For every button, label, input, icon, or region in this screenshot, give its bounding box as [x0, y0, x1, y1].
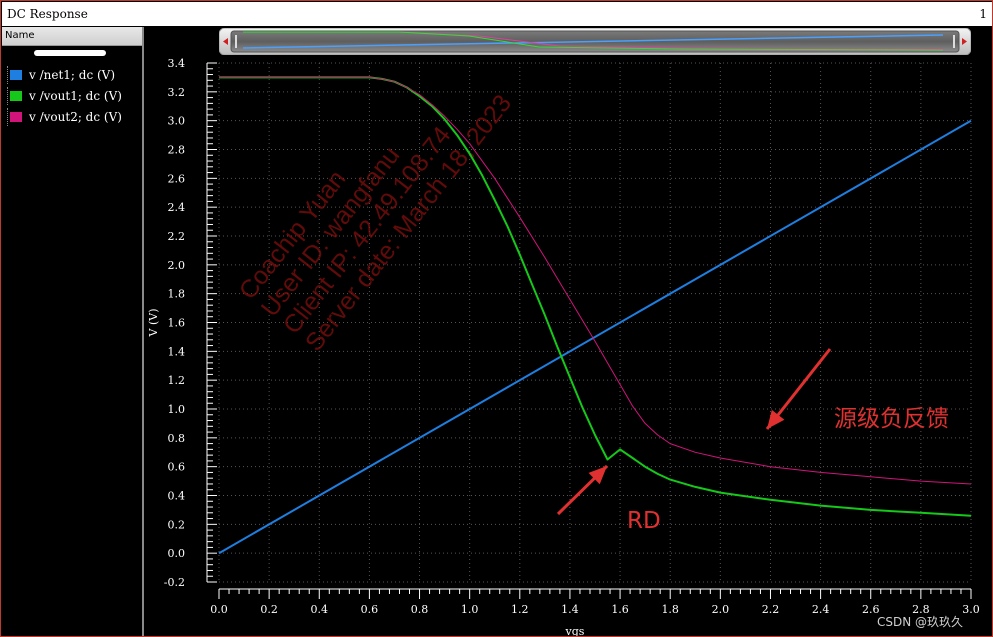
y-tick-label: 3.0 [168, 115, 186, 128]
x-tick-label: 0.6 [361, 603, 379, 616]
y-tick-label: 1.8 [168, 288, 186, 301]
y-tick-label: 1.0 [168, 403, 186, 416]
y-tick-label: 2.0 [168, 259, 186, 272]
feedback-arrow-head [767, 409, 785, 429]
credit-text: CSDN @玖玖久 [877, 615, 963, 629]
x-tick-label: 1.4 [561, 603, 579, 616]
y-tick-label: 2.8 [168, 144, 186, 157]
y-tick-label: 1.2 [168, 374, 186, 387]
plot-annotations: 源级负反馈 RD CSDN @玖玖久 [556, 348, 963, 629]
y-tick-label: 3.4 [168, 57, 186, 70]
x-tick-label: 2.2 [762, 603, 780, 616]
y-tick-label: 0.4 [168, 490, 186, 503]
x-tick-label: 0.2 [260, 603, 278, 616]
y-tick-label: 2.2 [168, 230, 186, 243]
x-tick-label: 1.8 [661, 603, 679, 616]
y-tick-label: 3.2 [168, 86, 186, 99]
x-tick-label: 2.0 [712, 603, 730, 616]
y-tick-label: -0.2 [164, 576, 185, 589]
watermark: Coachip YuanUser ID: wangfanuClient IP: … [234, 89, 517, 356]
x-tick-label: 1.6 [611, 603, 629, 616]
x-tick-label: 2.4 [812, 603, 830, 616]
x-tick-label: 0.8 [411, 603, 429, 616]
y-tick-label: 2.4 [168, 201, 186, 214]
y-tick-label: 1.6 [168, 317, 186, 330]
dc-response-chart[interactable]: Coachip YuanUser ID: wangfanuClient IP: … [1, 1, 993, 637]
y-axis-label: V (V) [147, 309, 160, 338]
x-axis-label: vgs [565, 625, 585, 637]
x-tick-label: 3.0 [962, 603, 980, 616]
y-tick-label: 1.4 [168, 345, 186, 358]
dc-response-window: DC Response 1 Name v /net1; dc (V) v /vo… [0, 0, 993, 637]
annotation-rd-text: RD [627, 508, 661, 534]
plot-labels: -0.2 0.0 0.2 0.4 0.6 0.8 1.0 1.2 1.4 1.6 1.8 2.0 2.2… [147, 57, 980, 637]
x-tick-label: 1.2 [511, 603, 529, 616]
x-tick-label: 0.0 [210, 603, 228, 616]
y-tick-label: 0.8 [168, 432, 186, 445]
watermark-group: Coachip YuanUser ID: wangfanuClient IP: … [234, 89, 517, 356]
y-tick-label: 0.6 [168, 461, 186, 474]
y-tick-label: 2.6 [168, 172, 186, 185]
y-tick-label: 0.2 [168, 518, 186, 531]
x-tick-label: 1.0 [461, 603, 479, 616]
annotation-feedback-text: 源级负反馈 [834, 406, 949, 432]
x-tick-label: 0.4 [311, 603, 329, 616]
y-tick-label: 0.0 [168, 547, 186, 560]
